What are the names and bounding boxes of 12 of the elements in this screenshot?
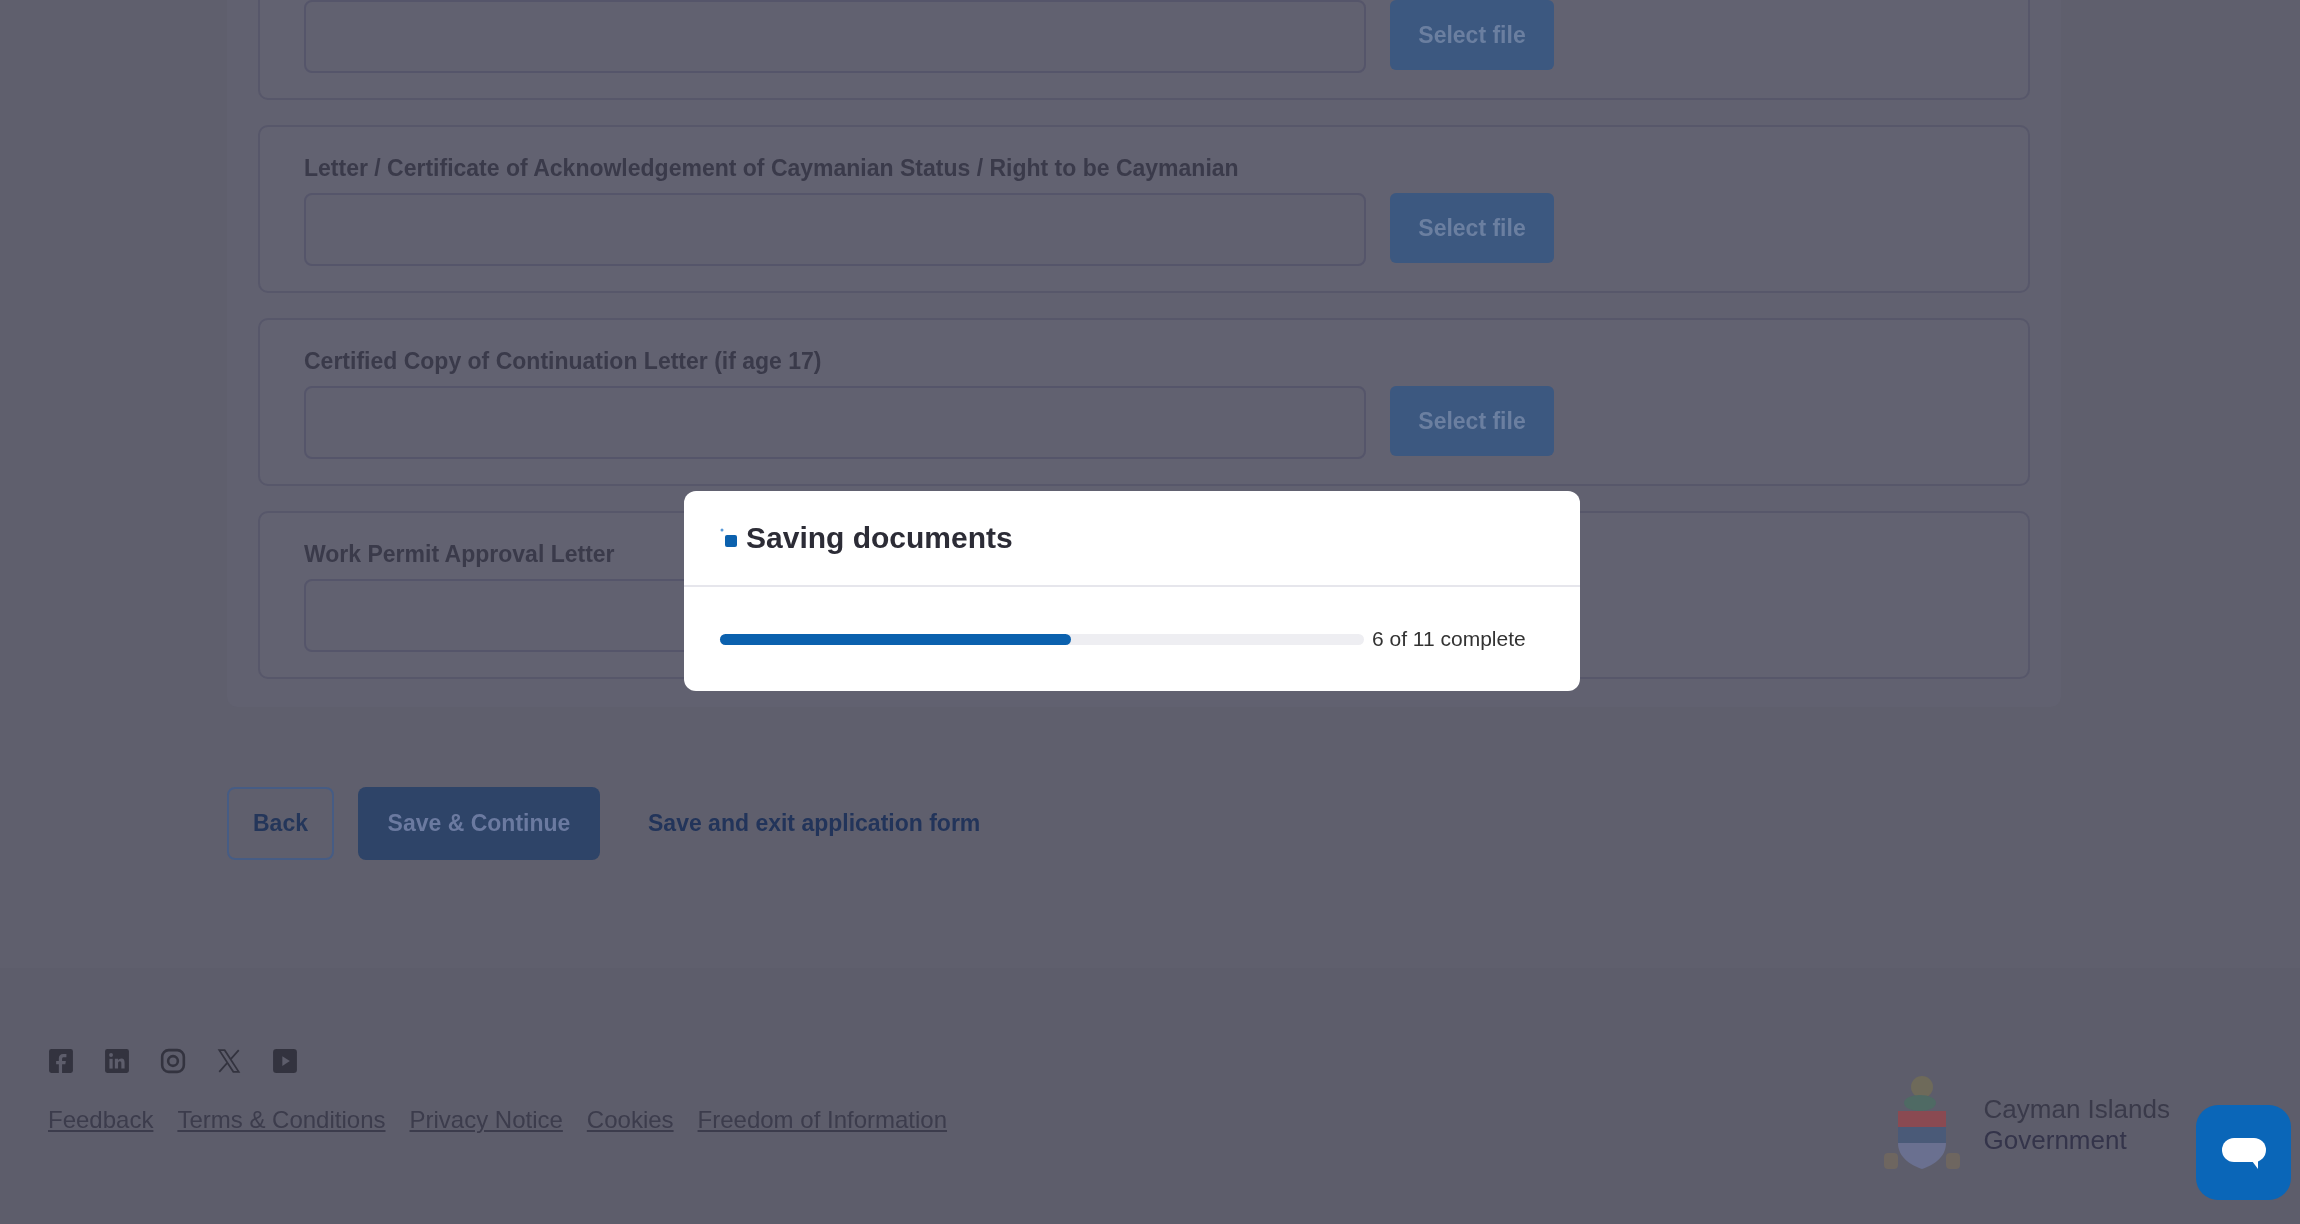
progress-reading: 6 of 11 complete (1372, 627, 1526, 651)
dialog-title: Saving documents (746, 521, 1013, 555)
x-icon[interactable] (216, 1048, 242, 1074)
spinner-icon (720, 527, 738, 549)
play-icon[interactable] (272, 1048, 298, 1074)
instagram-icon[interactable] (160, 1048, 186, 1074)
linkedin-icon[interactable] (104, 1048, 130, 1074)
chat-button[interactable] (2196, 1105, 2291, 1200)
save-exit-link[interactable]: Save and exit application form (648, 810, 981, 837)
save-continue-button[interactable]: Save & Continue (358, 787, 600, 860)
back-button[interactable]: Back (227, 787, 334, 860)
facebook-icon[interactable] (48, 1048, 74, 1074)
